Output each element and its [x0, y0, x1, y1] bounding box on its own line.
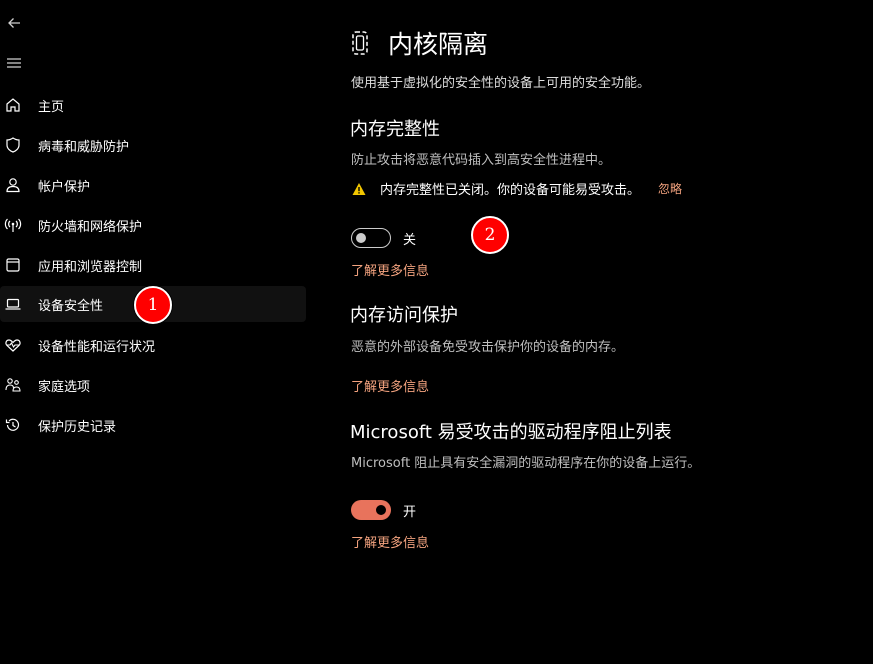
sidebar-item-label: 主页	[38, 99, 65, 115]
sidebar-item-app-browser[interactable]: 应用和浏览器控制	[0, 247, 306, 283]
windows-security-window: 主页 病毒和威胁防护 帐户保护 防火墙和网络保护 应用和浏览器控制 设备安全性 …	[0, 0, 873, 664]
hamburger-menu-icon[interactable]	[4, 53, 24, 73]
ignore-link[interactable]: 忽略	[658, 180, 682, 197]
annotation-badge-2: 2	[471, 216, 509, 254]
memory-integrity-toggle[interactable]	[351, 228, 391, 248]
sidebar-item-label: 设备性能和运行状况	[38, 339, 156, 355]
person-icon	[4, 176, 22, 194]
memory-integrity-description: 防止攻击将恶意代码插入到高安全性进程中。	[351, 153, 612, 168]
memory-access-description: 恶意的外部设备免受攻击保护你的设备的内存。	[351, 340, 625, 355]
sidebar-item-label: 防火墙和网络保护	[38, 219, 143, 235]
history-clock-icon	[4, 416, 22, 434]
toggle-state-label: 开	[403, 504, 417, 520]
driver-blocklist-toggle-row: 开	[351, 500, 416, 520]
sidebar-item-label: 应用和浏览器控制	[38, 259, 143, 275]
sidebar-item-label: 病毒和威胁防护	[38, 139, 130, 155]
sidebar-item-account-protection[interactable]: 帐户保护	[0, 167, 306, 203]
driver-blocklist-toggle[interactable]	[351, 500, 391, 520]
sidebar-item-family-options[interactable]: 家庭选项	[0, 367, 306, 403]
shield-icon	[4, 136, 22, 154]
driver-blocklist-description: Microsoft 阻止具有安全漏洞的驱动程序在你的设备上运行。	[351, 456, 701, 471]
annotation-badge-1: 1	[134, 286, 172, 324]
driver-blocklist-title: Microsoft 易受攻击的驱动程序阻止列表	[350, 422, 672, 443]
driver-blocklist-learn-more-link[interactable]: 了解更多信息	[351, 532, 429, 551]
sidebar-item-home[interactable]: 主页	[0, 87, 306, 123]
toggle-knob	[356, 233, 366, 243]
memory-access-learn-more-link[interactable]: 了解更多信息	[351, 376, 429, 395]
back-arrow-icon[interactable]	[4, 13, 24, 33]
memory-integrity-learn-more-link[interactable]: 了解更多信息	[351, 260, 429, 279]
page-title: 内核隔离	[388, 30, 489, 59]
sidebar-item-virus-protection[interactable]: 病毒和威胁防护	[0, 127, 306, 163]
warning-text: 内存完整性已关闭。你的设备可能易受攻击。	[380, 183, 641, 198]
core-isolation-chip-icon	[352, 31, 368, 55]
sidebar-item-protection-history[interactable]: 保护历史记录	[0, 407, 306, 443]
memory-integrity-toggle-row: 关	[351, 228, 416, 248]
toggle-state-label: 关	[403, 232, 417, 248]
laptop-icon	[4, 295, 22, 313]
sidebar-item-label: 家庭选项	[38, 379, 91, 395]
page-subtitle: 使用基于虚拟化的安全性的设备上可用的安全功能。	[351, 76, 651, 91]
family-icon	[4, 376, 22, 394]
page-header: 内核隔离	[350, 26, 488, 60]
wireless-signal-icon	[4, 216, 22, 234]
memory-integrity-title: 内存完整性	[350, 119, 440, 140]
sidebar-item-label: 帐户保护	[38, 179, 91, 195]
home-icon	[4, 96, 22, 114]
sidebar-item-firewall[interactable]: 防火墙和网络保护	[0, 207, 306, 243]
heart-pulse-icon	[4, 336, 22, 354]
sidebar-item-device-performance[interactable]: 设备性能和运行状况	[0, 327, 306, 363]
memory-access-title: 内存访问保护	[350, 305, 458, 326]
warning-triangle-icon	[352, 182, 366, 195]
toggle-knob	[376, 505, 386, 515]
sidebar-item-label: 保护历史记录	[38, 419, 117, 435]
memory-integrity-warning: 内存完整性已关闭。你的设备可能易受攻击。 忽略	[352, 179, 682, 198]
sidebar-item-label: 设备安全性	[38, 298, 104, 314]
app-window-icon	[4, 256, 22, 274]
